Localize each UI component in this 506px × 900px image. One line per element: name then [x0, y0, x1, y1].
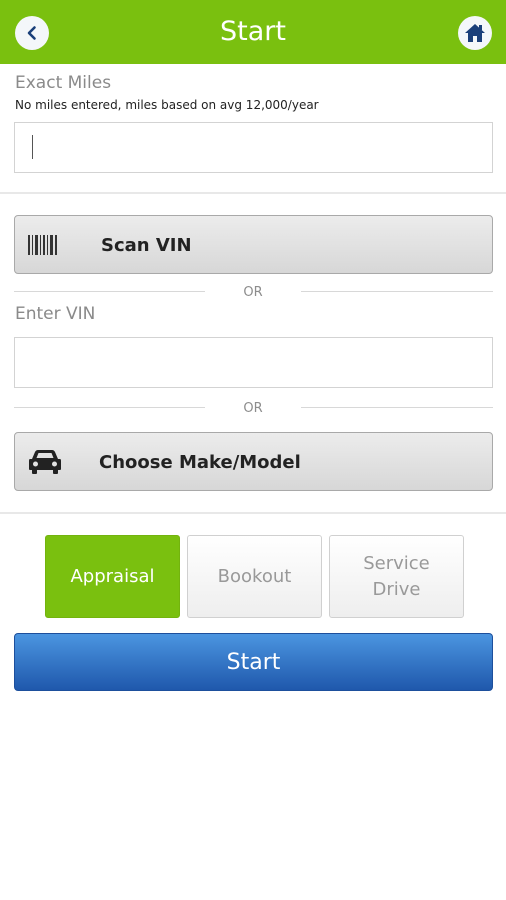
scan-vin-button[interactable]: Scan VIN [14, 215, 493, 274]
enter-vin-label: Enter VIN [15, 304, 96, 324]
section-divider [0, 192, 506, 194]
or-divider-right [301, 407, 493, 408]
barcode-icon [28, 235, 57, 255]
header-bar: Start [0, 0, 506, 64]
car-icon [29, 450, 61, 474]
vin-input[interactable] [14, 337, 493, 388]
page-title: Start [220, 16, 286, 47]
scan-vin-label: Scan VIN [101, 235, 192, 256]
mode-service-drive-button[interactable]: Service Drive [329, 535, 464, 618]
home-button[interactable] [458, 16, 492, 50]
or-separator-text: OR [243, 285, 263, 300]
section-divider [0, 512, 506, 514]
or-separator-text: OR [243, 401, 263, 416]
mode-bookout-button[interactable]: Bookout [187, 535, 322, 618]
start-button[interactable]: Start [14, 633, 493, 691]
exact-miles-hint: No miles entered, miles based on avg 12,… [15, 98, 319, 112]
home-icon [465, 24, 485, 42]
choose-make-model-button[interactable]: Choose Make/Model [14, 432, 493, 491]
choose-make-model-label: Choose Make/Model [99, 452, 301, 473]
exact-miles-input[interactable] [14, 122, 493, 173]
exact-miles-label: Exact Miles [15, 73, 112, 93]
text-caret [32, 135, 33, 159]
mode-appraisal-button[interactable]: Appraisal [45, 535, 180, 618]
or-divider-right [301, 291, 493, 292]
